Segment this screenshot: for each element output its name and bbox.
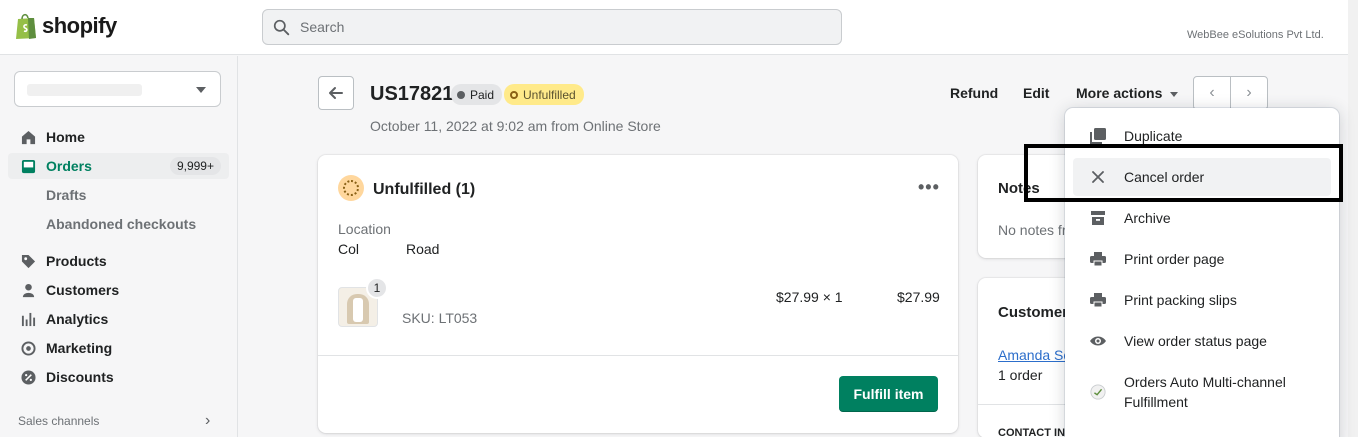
search-input[interactable] bbox=[300, 19, 800, 35]
chevron-left-icon: ‹ bbox=[1209, 84, 1215, 101]
eye-icon bbox=[1090, 333, 1106, 349]
orders-count-badge: 9,999+ bbox=[169, 157, 221, 175]
menu-item-archive[interactable]: Archive bbox=[1073, 199, 1331, 237]
page-title: US17821 bbox=[370, 83, 454, 105]
sidebar-item-analytics[interactable]: Analytics bbox=[8, 306, 229, 332]
payment-status-badge: Paid bbox=[451, 84, 503, 105]
page-scrollbar[interactable] bbox=[1348, 0, 1358, 437]
app-icon bbox=[1090, 384, 1106, 400]
menu-item-view-order-status-page[interactable]: View order status page bbox=[1073, 322, 1331, 360]
price-times-quantity: $27.99 × 1 bbox=[776, 289, 843, 305]
card-title: Unfulfilled (1) bbox=[373, 181, 476, 198]
divider bbox=[318, 355, 958, 356]
badge-label: Unfulfilled bbox=[523, 87, 576, 102]
sidebar-item-home[interactable]: Home bbox=[8, 124, 229, 150]
sidebar-item-label: Discounts bbox=[46, 369, 114, 385]
menu-item-label: Orders Auto Multi-channel Fulfillment bbox=[1124, 374, 1286, 410]
product-sku: SKU: LT053 bbox=[402, 310, 478, 326]
sidebar-item-products[interactable]: Products bbox=[8, 248, 229, 274]
dot-icon bbox=[457, 90, 465, 99]
more-actions-button[interactable]: More actions bbox=[1076, 85, 1179, 101]
location-label: Location bbox=[338, 221, 391, 237]
fulfillment-status-badge: Unfulfilled bbox=[504, 84, 584, 105]
orders-icon bbox=[20, 158, 36, 174]
duplicate-icon bbox=[1090, 128, 1106, 144]
sidebar-item-orders[interactable]: Orders 9,999+ bbox=[8, 153, 229, 179]
sidebar-item-marketing[interactable]: Marketing bbox=[8, 335, 229, 361]
ring-icon bbox=[510, 90, 518, 99]
sidebar-item-customers[interactable]: Customers bbox=[8, 277, 229, 303]
badge-label: Paid bbox=[470, 87, 495, 102]
sidebar-item-label: Marketing bbox=[46, 340, 113, 356]
target-icon bbox=[20, 340, 36, 356]
menu-item-label: Print packing slips bbox=[1124, 292, 1237, 308]
home-icon bbox=[20, 129, 36, 145]
printer-icon bbox=[1090, 251, 1106, 267]
refund-button[interactable]: Refund bbox=[950, 85, 998, 101]
unfulfilled-card: Unfulfilled (1) ••• Location Col Road 1 … bbox=[318, 155, 958, 433]
location-value-part2: Road bbox=[406, 241, 440, 257]
search-bar[interactable] bbox=[262, 9, 842, 45]
chevron-down-icon bbox=[196, 87, 206, 93]
chevron-right-icon: › bbox=[1246, 84, 1252, 101]
quantity-badge: 1 bbox=[366, 277, 388, 299]
sidebar-item-label: Home bbox=[46, 129, 85, 145]
sidebar-item-discounts[interactable]: Discounts bbox=[8, 364, 229, 390]
customer-orders-count: 1 order bbox=[998, 367, 1043, 383]
menu-item-label: Duplicate bbox=[1124, 128, 1183, 144]
shopify-bag-icon bbox=[16, 13, 36, 39]
sidebar-item-label: Orders bbox=[46, 158, 92, 174]
shopify-logo[interactable]: shopify bbox=[14, 12, 117, 40]
sidebar: Home Orders 9,999+ Drafts Abandoned chec… bbox=[0, 56, 238, 437]
back-button[interactable] bbox=[318, 76, 354, 110]
order-meta: October 11, 2022 at 9:02 am from Online … bbox=[370, 118, 661, 134]
store-name[interactable]: WebBee eSolutions Pvt Ltd. bbox=[1187, 29, 1324, 41]
location-value-part1: Col bbox=[338, 241, 360, 257]
store-selector[interactable] bbox=[14, 71, 221, 107]
sidebar-item-label: Analytics bbox=[46, 311, 109, 327]
line-total: $27.99 bbox=[897, 289, 940, 305]
order-pager: ‹ › bbox=[1193, 76, 1268, 110]
menu-item-label: Print order page bbox=[1124, 251, 1225, 267]
sidebar-item-abandoned-checkouts[interactable]: Abandoned checkouts bbox=[46, 216, 196, 232]
more-actions-label: More actions bbox=[1076, 85, 1163, 101]
fulfill-item-button[interactable]: Fulfill item bbox=[839, 376, 938, 412]
more-horizontal-icon[interactable]: ••• bbox=[918, 177, 940, 198]
search-icon bbox=[273, 19, 290, 35]
sidebar-item-drafts[interactable]: Drafts bbox=[46, 187, 86, 203]
person-icon bbox=[20, 282, 36, 298]
next-order-button[interactable]: › bbox=[1231, 77, 1267, 109]
caret-down-icon bbox=[1170, 91, 1179, 97]
sidebar-item-label: Customers bbox=[46, 282, 120, 298]
previous-order-button[interactable]: ‹ bbox=[1194, 77, 1231, 109]
printer-icon bbox=[1090, 292, 1106, 308]
chevron-right-icon[interactable]: › bbox=[205, 412, 210, 430]
sidebar-item-label: Products bbox=[46, 253, 107, 269]
top-bar: shopify WebBee eSolutions Pvt Ltd. bbox=[0, 0, 1358, 55]
product-name[interactable] bbox=[402, 281, 552, 295]
edit-button[interactable]: Edit bbox=[1023, 85, 1049, 101]
store-selector-value bbox=[27, 84, 142, 96]
menu-item-orders-auto-multichannel-fulfillment[interactable]: Orders Auto Multi-channel Fulfillment bbox=[1073, 370, 1331, 414]
tag-icon bbox=[20, 253, 36, 269]
sales-channels-heading: Sales channels bbox=[18, 414, 100, 428]
menu-item-print-order-page[interactable]: Print order page bbox=[1073, 240, 1331, 278]
discount-icon bbox=[20, 369, 36, 385]
menu-item-label: View order status page bbox=[1124, 333, 1267, 349]
logo-text: shopify bbox=[42, 13, 117, 38]
archive-icon bbox=[1090, 210, 1106, 226]
menu-item-label: Archive bbox=[1124, 210, 1171, 226]
annotation-highlight-box bbox=[1024, 144, 1343, 202]
unfulfilled-status-icon bbox=[338, 175, 364, 201]
arrow-left-icon bbox=[329, 87, 343, 99]
menu-item-print-packing-slips[interactable]: Print packing slips bbox=[1073, 281, 1331, 319]
bar-chart-icon bbox=[20, 311, 36, 327]
